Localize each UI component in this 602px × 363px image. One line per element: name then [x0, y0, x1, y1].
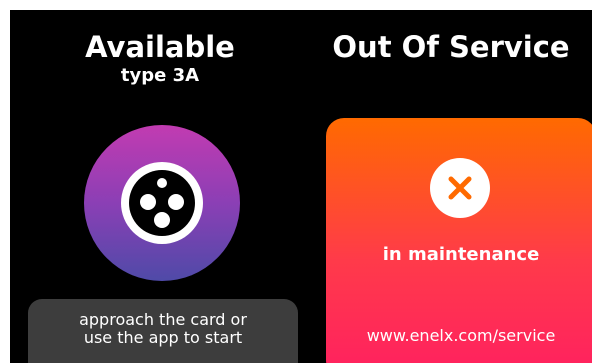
close-x-icon: [430, 158, 490, 218]
connector-ring-inner: [121, 162, 203, 244]
connector-panel-available: Available type 3A approach the card or u…: [10, 10, 310, 363]
charger-display: Available type 3A approach the card or u…: [10, 10, 592, 363]
connector-ring: [84, 125, 240, 281]
hint-line-1: approach the card or: [79, 310, 247, 329]
service-link[interactable]: www.enelx.com/service: [326, 326, 592, 346]
hint-line-2: use the app to start: [83, 328, 243, 347]
connector-panel-out-of-service: Out Of Service in maintenance www.enelx.…: [310, 10, 592, 363]
out-of-service-card: in maintenance www.enelx.com/service: [326, 118, 592, 363]
maintenance-label: in maintenance: [382, 244, 540, 265]
connector-type-label: type 3A: [120, 65, 200, 86]
start-instructions-box: approach the card or use the app to star…: [28, 299, 298, 363]
status-title-available: Available: [85, 30, 235, 64]
start-instructions-text: approach the card or use the app to star…: [28, 311, 298, 347]
type-3a-socket-icon: [129, 170, 195, 236]
status-title-out-of-service: Out Of Service: [332, 30, 570, 64]
